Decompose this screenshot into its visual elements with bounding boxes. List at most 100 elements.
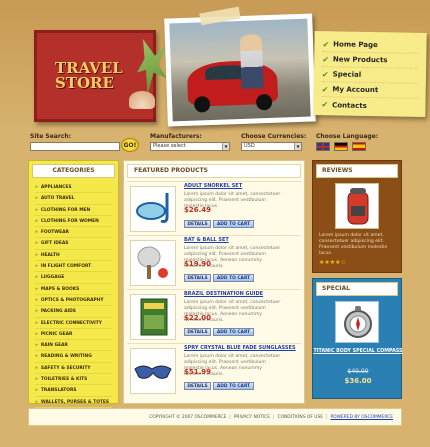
arrow-icon: »	[35, 275, 38, 281]
category-label: RAIN GEAR	[40, 343, 68, 349]
category-item[interactable]: » RAIN GEAR	[35, 340, 112, 352]
wheel-shape	[193, 96, 211, 113]
powered-by-link[interactable]: POWERED BY OSCOMMERCE	[331, 415, 393, 420]
flag-english-icon[interactable]	[316, 142, 330, 151]
header: TRAVEL STORE ✔ Home Page ✔ New Products ✔ S…	[0, 0, 430, 128]
category-item[interactable]: » MAPS & BOOKS	[35, 284, 112, 295]
site-search-label: Site Search:	[30, 133, 72, 140]
logo-line-2: STORE	[55, 74, 114, 92]
category-item[interactable]: » SAFETY & SECURITY	[35, 363, 112, 375]
details-button[interactable]: DETAILS	[184, 220, 211, 228]
check-icon: ✔	[321, 69, 329, 79]
seashell-icon	[129, 91, 155, 109]
product-image[interactable]	[130, 348, 176, 394]
category-label: CLOTHING FOR MEN	[40, 207, 91, 213]
conditions-link[interactable]: CONDITIONS OF USE	[278, 415, 324, 420]
category-label: AUTO TRAVEL	[40, 196, 75, 202]
category-item[interactable]: » APPLIANCES	[35, 182, 112, 194]
backpack-icon	[347, 188, 369, 225]
category-item[interactable]: » CLOTHING FOR MEN	[35, 205, 112, 216]
nav-my-account[interactable]: ✔ My Account	[321, 82, 418, 99]
nav-contacts[interactable]: ✔ Contacts	[321, 97, 417, 114]
details-button[interactable]: DETAILS	[184, 328, 211, 336]
category-item[interactable]: » IN FLIGHT COMFORT	[35, 261, 112, 273]
add-to-cart-button[interactable]: ADD TO CART	[213, 328, 254, 336]
nav-label: Contacts	[332, 100, 367, 110]
details-button[interactable]: DETAILS	[184, 274, 211, 282]
category-label: SAFETY & SECURITY	[40, 365, 91, 371]
product-name-link[interactable]: BRAZIL DESTINATION GUIDE	[184, 291, 263, 297]
review-product-image[interactable]	[335, 183, 379, 229]
manufacturers-select[interactable]: Please select ▼	[150, 142, 230, 151]
category-item[interactable]: » FOOTWEAR	[35, 227, 112, 239]
nav-home[interactable]: ✔ Home Page	[322, 37, 419, 54]
category-item[interactable]: » HEALTH	[35, 250, 112, 262]
nav-special[interactable]: ✔ Special	[321, 67, 419, 84]
add-to-cart-button[interactable]: ADD TO CART	[213, 382, 254, 390]
category-label: HEALTH	[40, 252, 60, 258]
arrow-icon: »	[35, 354, 38, 360]
category-item[interactable]: » LUGGAGE	[35, 272, 112, 284]
category-item[interactable]: » PACKING AIDS	[35, 306, 112, 318]
special-title: SPECIAL	[316, 282, 398, 296]
snorkel-mask-icon	[136, 193, 169, 223]
category-label: ELECTRIC CONNECTIVITY	[40, 320, 102, 326]
category-item[interactable]: » CLOTHING FOR WOMEN	[35, 216, 112, 228]
product-card: SPRY CRYSTAL BLUE FADE SUNGLASSES Lorem …	[127, 343, 301, 396]
product-name-link[interactable]: SPRY CRYSTAL BLUE FADE SUNGLASSES	[184, 345, 296, 351]
nav-new-products[interactable]: ✔ New Products	[322, 52, 419, 69]
guide-book-icon	[140, 298, 168, 336]
currency-select[interactable]: USD ▼	[241, 142, 302, 151]
special-old-price: $40.00	[347, 368, 369, 375]
language-label: Choose Language:	[316, 133, 379, 140]
nav-label: My Account	[332, 85, 379, 95]
logo[interactable]: TRAVEL STORE	[34, 30, 167, 122]
category-item[interactable]: » AUTO TRAVEL	[35, 193, 112, 205]
category-item[interactable]: » TRANSLATORS	[35, 385, 112, 397]
privacy-notice-link[interactable]: PRIVACY NOTICE	[234, 415, 270, 420]
special-product-image[interactable]	[335, 301, 379, 343]
chevron-down-icon: ▼	[222, 143, 229, 150]
currencies-label: Choose Currencies:	[241, 133, 307, 140]
category-item[interactable]: » OPTICS & PHOTOGRAPHY	[35, 295, 112, 307]
add-to-cart-button[interactable]: ADD TO CART	[213, 220, 254, 228]
category-label: GIFT IDEAS	[40, 241, 69, 247]
category-item[interactable]: » ELECTRIC CONNECTIVITY	[35, 318, 112, 329]
arrow-icon: »	[35, 286, 38, 292]
product-image[interactable]	[130, 186, 176, 232]
product-name-link[interactable]: BAT & BALL SET	[184, 237, 229, 243]
add-to-cart-button[interactable]: ADD TO CART	[213, 274, 254, 282]
category-item[interactable]: » WALLETS, PURSES & TOTES	[35, 397, 112, 408]
go-button[interactable]: GO!	[121, 138, 139, 152]
flag-spanish-icon[interactable]	[352, 142, 366, 151]
product-card: BRAZIL DESTINATION GUIDE Lorem ipsum dol…	[127, 289, 301, 342]
rating-stars-icon: ★★★★☆	[319, 259, 346, 266]
arrow-icon: »	[35, 365, 38, 371]
product-price: $26.49	[184, 206, 212, 214]
details-button[interactable]: DETAILS	[184, 382, 211, 390]
search-input[interactable]	[30, 142, 120, 151]
logo-text: TRAVEL STORE	[55, 61, 125, 91]
category-label: OPTICS & PHOTOGRAPHY	[40, 297, 104, 303]
arrow-icon: »	[35, 388, 38, 394]
category-item[interactable]: » PICNIC GEAR	[35, 329, 112, 341]
arrow-icon: »	[35, 252, 38, 258]
product-image[interactable]	[130, 240, 176, 286]
header-photo	[164, 13, 316, 127]
nav-label: Special	[332, 70, 362, 79]
separator: |	[273, 414, 275, 420]
category-list: » APPLIANCES » AUTO TRAVEL » CLOTHING FOR M…	[29, 181, 118, 420]
arrow-icon: »	[35, 309, 38, 315]
page: TRAVEL STORE ✔ Home Page ✔ New Products ✔ S…	[0, 0, 430, 447]
arrow-icon: »	[35, 218, 38, 224]
category-item[interactable]: » READING & WRITING	[35, 351, 112, 363]
category-item[interactable]: » GIFT IDEAS	[35, 238, 112, 250]
product-name-link[interactable]: ADULT SNORKEL SET	[184, 183, 242, 189]
category-item[interactable]: » TOILETRIES & KITS	[35, 374, 112, 386]
special-product-link[interactable]: TITANIC BODY SPECIAL COMPASS	[313, 349, 403, 355]
arrow-icon: »	[35, 399, 38, 405]
flag-german-icon[interactable]	[334, 142, 348, 151]
main-nav: ✔ Home Page ✔ New Products ✔ Special ✔ My Ac…	[313, 31, 427, 117]
product-image[interactable]	[130, 294, 176, 340]
special-panel: SPECIAL TITANIC BODY SPECIAL COMPASS $40…	[312, 278, 403, 399]
